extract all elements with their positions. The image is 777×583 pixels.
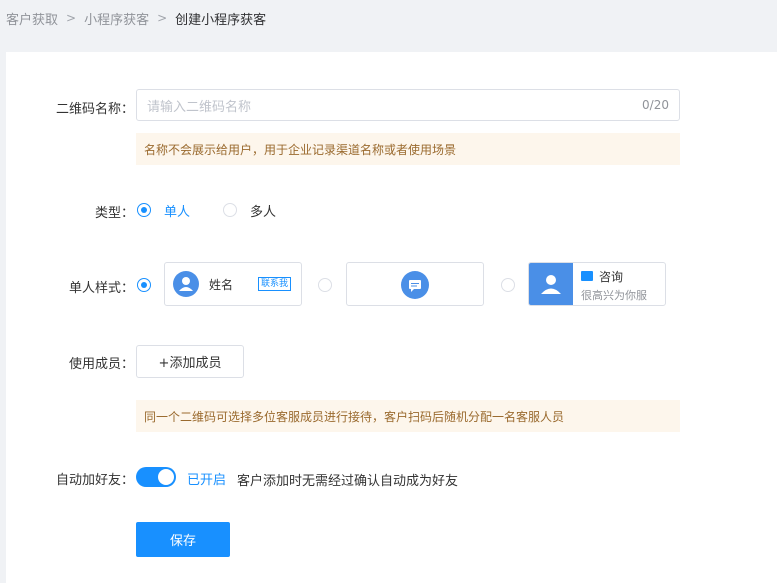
style-3-radio[interactable] (501, 278, 515, 292)
breadcrumb-item-miniprogram[interactable]: 小程序获客 (84, 9, 149, 28)
save-button[interactable]: 保存 (136, 522, 230, 557)
style-2-radio[interactable] (318, 278, 332, 292)
auto-friend-status: 已开启 (187, 473, 227, 488)
style-3-title: 咨询 (599, 270, 624, 284)
qr-name-label: 二维码名称： (55, 102, 134, 117)
members-label: 使用成员： (68, 357, 134, 372)
style-1-radio[interactable] (137, 278, 151, 292)
chevron-right-icon: > (157, 11, 168, 25)
breadcrumb-item-customer-acquisition[interactable]: 客户获取 (6, 9, 58, 28)
type-label: 类型： (94, 206, 134, 221)
toggle-knob (158, 469, 174, 485)
chat-icon (581, 271, 593, 281)
type-multi-label[interactable]: 多人 (250, 201, 276, 220)
type-single-label[interactable]: 单人 (164, 201, 190, 220)
user-avatar-icon (173, 271, 199, 297)
style-1-card[interactable]: 姓名 联系我 (164, 262, 302, 306)
breadcrumb-item-current: 创建小程序获客 (175, 12, 267, 28)
auto-friend-description: 客户添加时无需经过确认自动成为好友 (237, 474, 459, 489)
single-style-label: 单人样式： (68, 281, 134, 296)
type-multi-radio[interactable] (223, 203, 237, 217)
style-2-card[interactable] (346, 262, 484, 306)
breadcrumb: 客户获取 > 小程序获客 > 创建小程序获客 (0, 0, 777, 36)
add-member-button[interactable]: +添加成员 (136, 345, 244, 378)
qr-name-tip: 名称不会展示给用户，用于企业记录渠道名称或者使用场景 (136, 133, 680, 165)
members-tip: 同一个二维码可选择多位客服成员进行接待，客户扫码后随机分配一名客服人员 (136, 400, 680, 432)
style-3-subtitle: 很高兴为你服 (581, 289, 647, 302)
style-1-name: 姓名 (209, 278, 234, 292)
auto-friend-toggle[interactable] (136, 467, 176, 487)
message-bubble-icon (401, 271, 429, 299)
qr-name-char-count: 0/20 (642, 98, 669, 112)
chevron-right-icon: > (66, 11, 77, 25)
user-avatar-icon (529, 263, 573, 305)
qr-name-input[interactable]: 请输入二维码名称 0/20 (136, 89, 680, 121)
auto-friend-label: 自动加好友： (55, 473, 134, 488)
form-panel: 二维码名称： 请输入二维码名称 0/20 名称不会展示给用户，用于企业记录渠道名… (6, 52, 777, 583)
type-single-radio[interactable] (137, 203, 151, 217)
qr-name-placeholder: 请输入二维码名称 (147, 99, 252, 115)
contact-me-badge: 联系我 (257, 277, 291, 291)
style-3-card[interactable]: 咨询 很高兴为你服 (528, 262, 666, 306)
